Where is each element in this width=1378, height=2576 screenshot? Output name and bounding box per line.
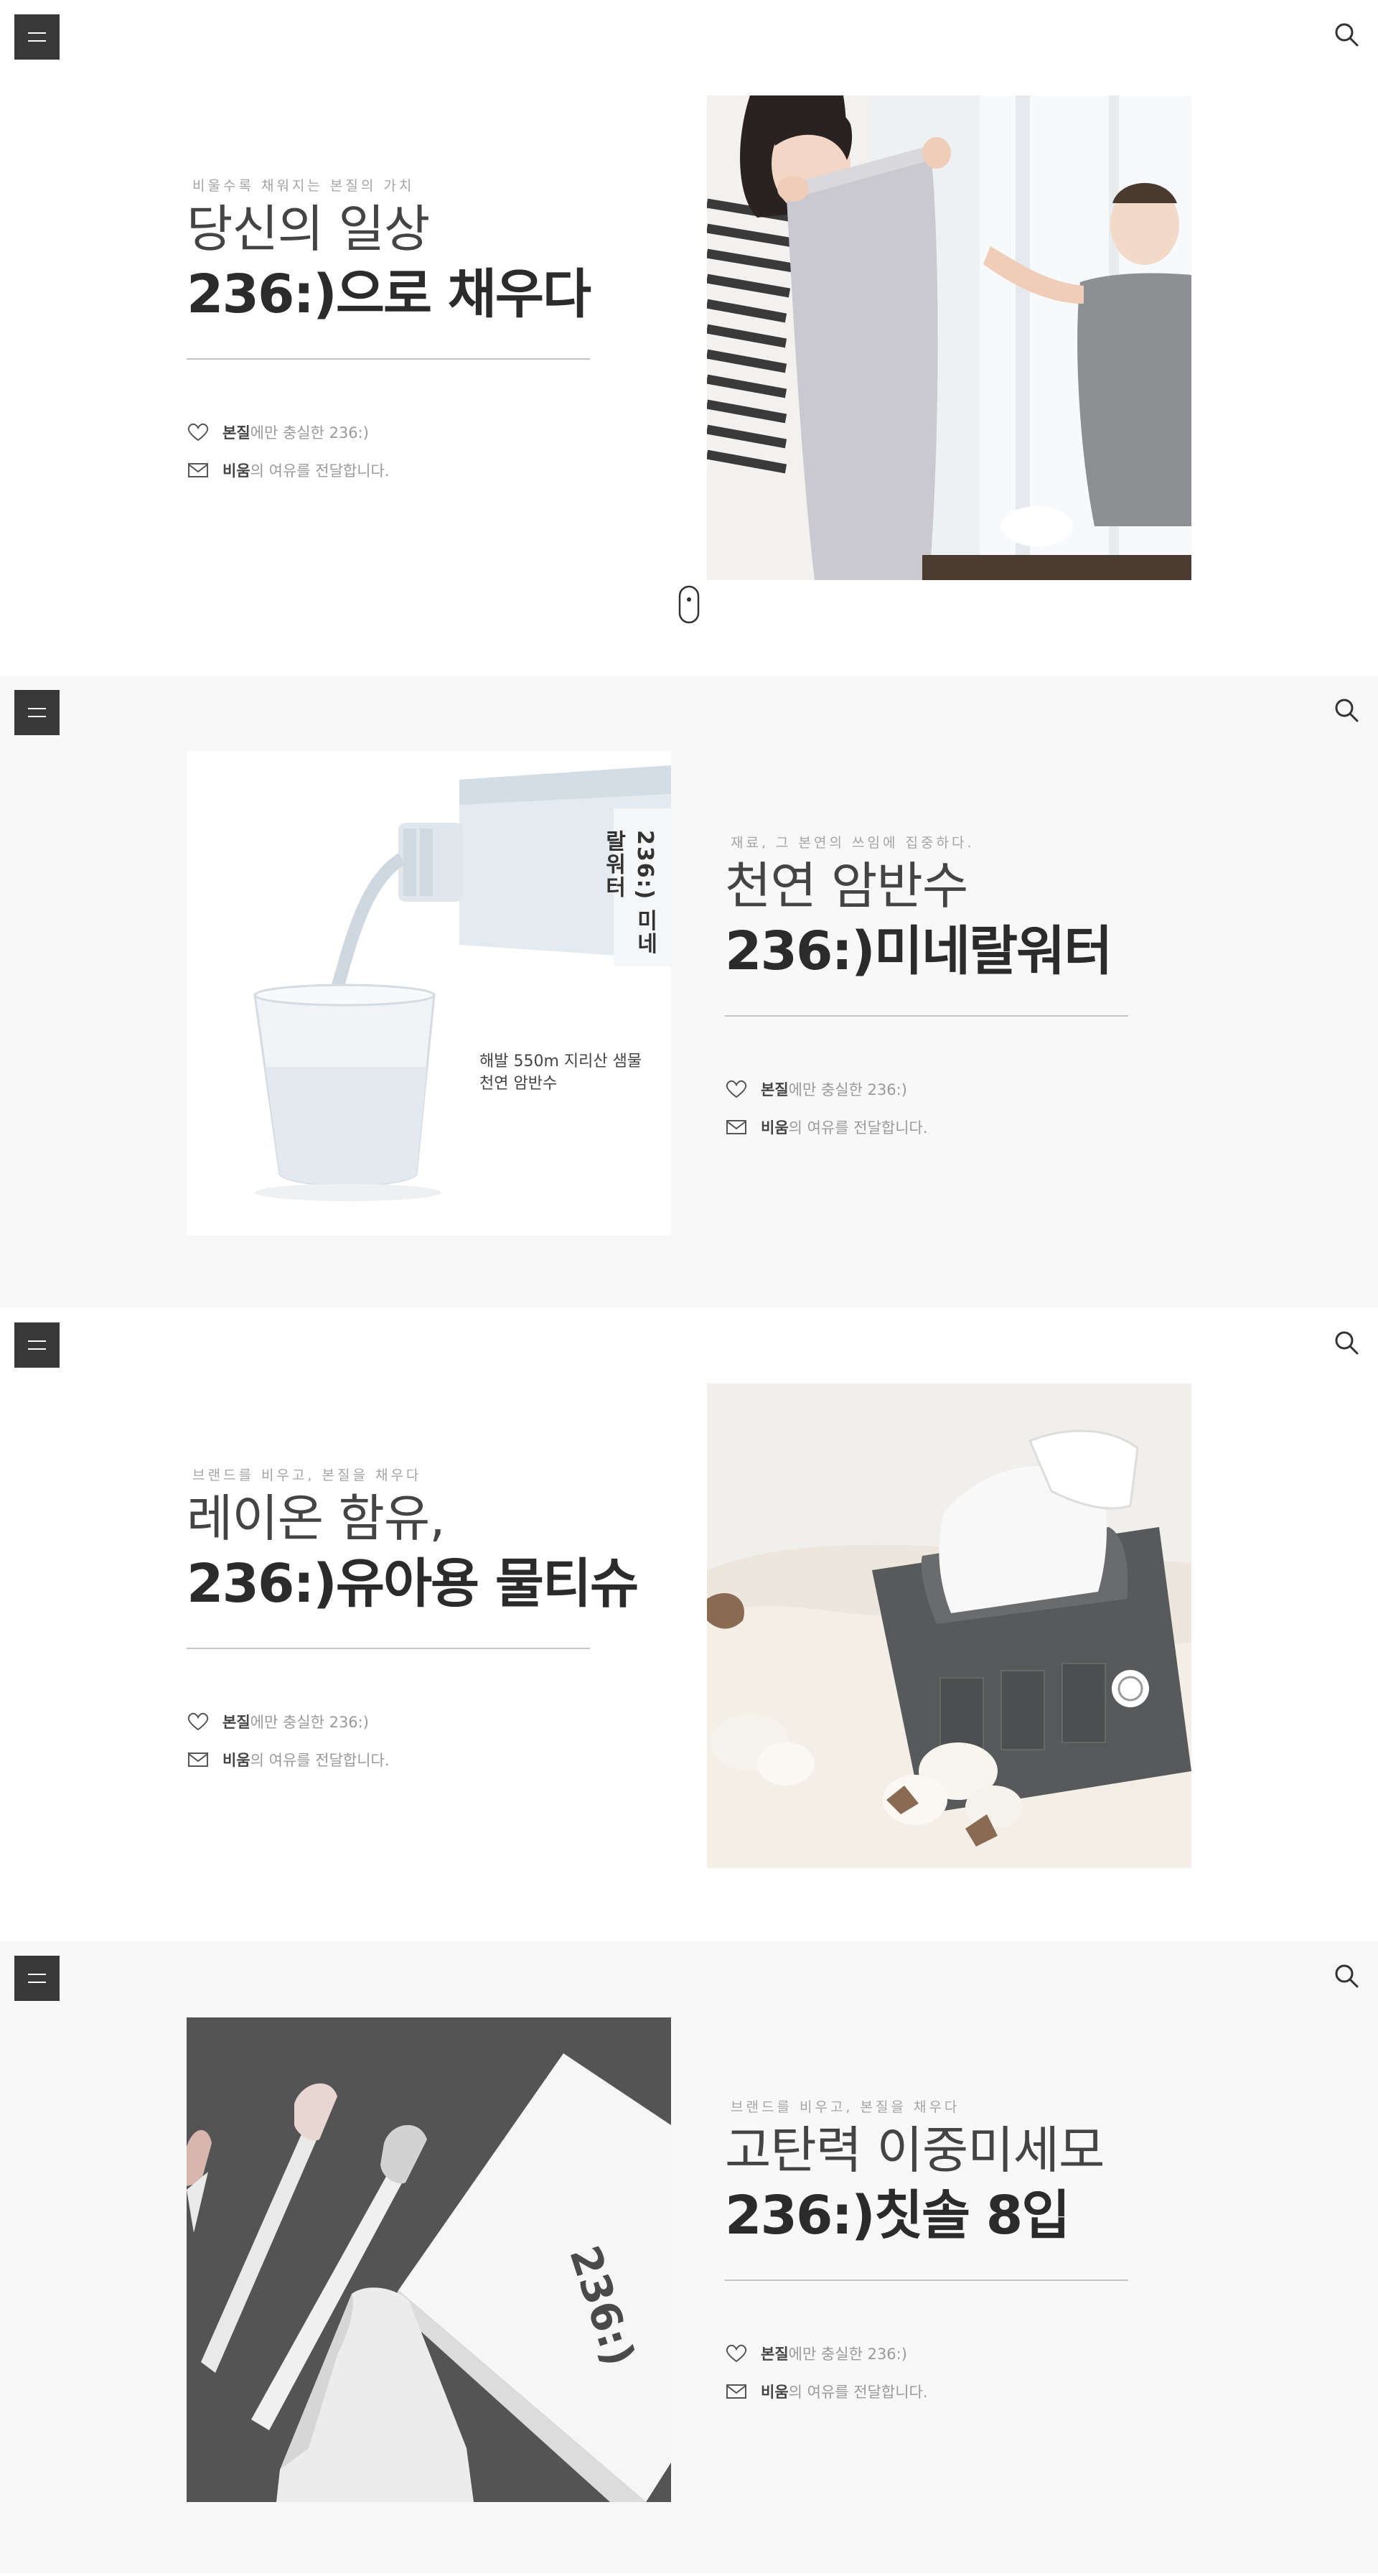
mouse-scroll-icon — [678, 585, 700, 624]
bottle-label: 236:) 미네랄워터 — [601, 830, 657, 956]
heart-icon — [725, 2344, 748, 2363]
hamburger-menu-icon — [28, 708, 46, 709]
image-caption: 해발 550m 지리산 샘물 천연 암반수 — [479, 1051, 642, 1096]
feature-text: 의 여유를 전달합니다. — [250, 1751, 390, 1769]
menu-button[interactable] — [14, 690, 60, 735]
wet-wipes-section: 브랜드를 비우고, 본질을 채우다 레이온 함유, 236:)유아용 물티슈 본… — [0, 1308, 1378, 1940]
headline-bold: 236:)으로 채우다 — [187, 263, 591, 325]
feature-essence: 본질에만 충실한 236:) — [187, 423, 589, 442]
hamburger-menu-icon-bar — [28, 1348, 46, 1350]
feature-text: 의 여유를 전달합니다. — [788, 2383, 928, 2401]
search-button[interactable] — [1332, 1328, 1361, 1357]
water-bottle-photo: 236:) 미네랄워터 해발 550m 지리산 샘물 천연 암반수 — [187, 751, 671, 1236]
search-button[interactable] — [1332, 696, 1361, 724]
headline-bold: 236:)미네랄워터 — [725, 920, 1112, 982]
feature-bold: 비움 — [761, 1119, 789, 1137]
hero-text-block: 비울수록 채워지는 본질의 가치 당신의 일상 236:)으로 채우다 본질에만… — [187, 175, 591, 499]
search-icon — [1335, 1964, 1359, 1988]
feature-bold: 본질 — [761, 1081, 789, 1098]
eyebrow-text: 비울수록 채워지는 본질의 가치 — [192, 178, 415, 194]
headline-light: 레이온 함유, — [187, 1489, 446, 1548]
chevron-down-icon — [678, 630, 700, 632]
feature-list: 본질에만 충실한 236:) 비움의 여유를 전달합니다. — [725, 2344, 1127, 2401]
feature-bold: 본질 — [761, 2345, 789, 2363]
divider — [725, 1014, 1128, 1017]
water-section: 236:) 미네랄워터 해발 550m 지리산 샘물 천연 암반수 재료, 그 … — [0, 676, 1378, 1307]
envelope-icon — [187, 461, 210, 480]
envelope-icon — [725, 2382, 748, 2401]
eyebrow-text: 브랜드를 비우고, 본질을 채우다 — [731, 2099, 960, 2115]
eyebrow-text: 재료, 그 본연의 쓰임에 집중하다. — [731, 835, 975, 851]
hamburger-menu-icon — [28, 1340, 46, 1342]
feature-text: 의 여유를 전달합니다. — [788, 1119, 928, 1137]
caption-line1: 해발 550m 지리산 샘물 — [479, 1053, 642, 1070]
heart-icon — [187, 423, 210, 442]
hamburger-menu-icon-bar — [28, 716, 46, 717]
headline-bold: 236:)유아용 물티슈 — [187, 1553, 639, 1615]
mother-towel-photo — [707, 95, 1191, 580]
toothbrush-section: 236:) 브랜드를 비우고, 본질을 채우다 고탄력 이중미세모 236:)칫… — [0, 1941, 1378, 2573]
toothbrush-photo: 236:) — [187, 2017, 671, 2502]
feature-text: 에만 충실한 236:) — [788, 1081, 907, 1098]
feature-text: 에만 충실한 236:) — [788, 2345, 907, 2363]
feature-bold: 본질 — [222, 1713, 250, 1731]
hamburger-menu-icon — [28, 32, 46, 34]
feature-essence: 본질에만 충실한 236:) — [725, 2344, 1127, 2363]
feature-emptiness: 비움의 여유를 전달합니다. — [725, 2382, 1127, 2401]
menu-button[interactable] — [14, 1322, 60, 1368]
heart-icon — [187, 1712, 210, 1731]
headline-light: 당신의 일상 — [187, 200, 430, 258]
feature-text: 에만 충실한 236:) — [250, 424, 369, 442]
hamburger-menu-icon — [28, 1974, 46, 1975]
divider — [725, 2279, 1128, 2281]
search-button[interactable] — [1332, 1961, 1361, 1990]
hamburger-menu-icon-bar — [28, 1982, 46, 1983]
feature-bold: 본질 — [222, 424, 250, 442]
search-button[interactable] — [1332, 20, 1361, 49]
feature-list: 본질에만 충실한 236:) 비움의 여유를 전달합니다. — [725, 1080, 1127, 1137]
feature-bold: 비움 — [761, 2383, 789, 2401]
feature-text: 에만 충실한 236:) — [250, 1713, 369, 1731]
hero-section-daily: 비울수록 채워지는 본질의 가치 당신의 일상 236:)으로 채우다 본질에만… — [0, 0, 1378, 632]
hamburger-menu-icon-bar — [28, 40, 46, 42]
water-text-block: 재료, 그 본연의 쓰임에 집중하다. 천연 암반수 236:)미네랄워터 본질… — [725, 832, 1128, 1156]
feature-essence: 본질에만 충실한 236:) — [725, 1080, 1127, 1098]
menu-button[interactable] — [14, 1956, 60, 2001]
search-icon — [1335, 699, 1359, 722]
divider — [187, 1647, 590, 1649]
envelope-icon — [187, 1750, 210, 1769]
feature-emptiness: 비움의 여유를 전달합니다. — [187, 461, 589, 480]
envelope-icon — [725, 1118, 748, 1137]
feature-text: 의 여유를 전달합니다. — [250, 462, 390, 480]
feature-bold: 비움 — [222, 1751, 250, 1769]
wipes-text-block: 브랜드를 비우고, 본질을 채우다 레이온 함유, 236:)유아용 물티슈 본… — [187, 1465, 639, 1788]
scroll-indicator[interactable] — [678, 585, 700, 632]
search-icon — [1335, 1331, 1359, 1355]
headline-light: 천연 암반수 — [725, 857, 968, 915]
caption-line2: 천연 암반수 — [479, 1074, 558, 1093]
feature-emptiness: 비움의 여유를 전달합니다. — [725, 1118, 1127, 1137]
feature-bold: 비움 — [222, 462, 250, 480]
headline-light: 고탄력 이중미세모 — [725, 2121, 1105, 2180]
search-icon — [1335, 23, 1359, 47]
headline-bold: 236:)칫솔 8입 — [725, 2185, 1070, 2246]
feature-list: 본질에만 충실한 236:) 비움의 여유를 전달합니다. — [187, 423, 589, 480]
feature-essence: 본질에만 충실한 236:) — [187, 1712, 589, 1731]
wet-wipes-photo — [707, 1383, 1191, 1868]
eyebrow-text: 브랜드를 비우고, 본질을 채우다 — [192, 1467, 422, 1483]
divider — [187, 358, 590, 360]
feature-emptiness: 비움의 여유를 전달합니다. — [187, 1750, 589, 1769]
toothbrush-text-block: 브랜드를 비우고, 본질을 채우다 고탄력 이중미세모 236:)칫솔 8입 본… — [725, 2096, 1128, 2420]
heart-icon — [725, 1080, 748, 1098]
menu-button[interactable] — [14, 14, 60, 60]
feature-list: 본질에만 충실한 236:) 비움의 여유를 전달합니다. — [187, 1712, 589, 1769]
